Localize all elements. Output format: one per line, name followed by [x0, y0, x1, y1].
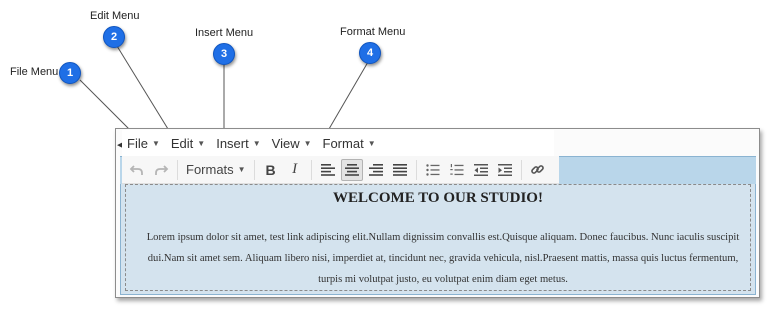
align-justify-icon [392, 163, 407, 176]
caret-down-icon: ▼ [197, 138, 206, 148]
align-center-button[interactable] [340, 158, 363, 181]
menu-insert[interactable]: Insert ▼ [216, 136, 260, 151]
content-block: WELCOME TO OUR STUDIO! Lorem ipsum dolor… [125, 184, 751, 291]
indent-button[interactable] [494, 159, 516, 181]
caret-down-icon: ▼ [303, 138, 312, 148]
menu-format[interactable]: Format ▼ [323, 136, 376, 151]
outdent-button[interactable] [470, 159, 492, 181]
italic-button[interactable]: I [284, 159, 306, 181]
formatting-toolbar: Formats ▼ B I [122, 156, 559, 184]
callout-badge-4: 4 [359, 42, 381, 64]
menu-view-label: View [271, 135, 300, 151]
menu-edit[interactable]: Edit ▼ [171, 136, 205, 151]
editor-content-area[interactable]: WELCOME TO OUR STUDIO! Lorem ipsum dolor… [120, 184, 756, 295]
callout-label-file-menu: File Menu [10, 66, 59, 78]
menu-bar: File ▼ Edit ▼ Insert ▼ View ▼ Format ▼ [122, 130, 554, 156]
callout-label-insert-menu: Insert Menu [195, 27, 254, 39]
menu-view[interactable]: View ▼ [272, 136, 312, 151]
redo-button[interactable] [150, 159, 172, 181]
caret-down-icon: ▼ [237, 165, 246, 174]
insert-link-button[interactable] [527, 159, 549, 181]
bullet-list-icon [425, 163, 440, 176]
indent-icon [497, 163, 512, 176]
callout-badge-2: 2 [103, 26, 125, 48]
align-center-icon [344, 163, 359, 176]
bold-button[interactable]: B [260, 159, 282, 181]
link-icon [531, 165, 544, 174]
menu-file[interactable]: File ▼ [127, 136, 160, 151]
menu-format-label: Format [322, 135, 364, 151]
formats-label: Formats [186, 162, 234, 177]
toolbar-separator [520, 159, 522, 180]
align-left-icon [320, 163, 335, 176]
numbered-list-icon [449, 163, 464, 175]
numbered-list-button[interactable] [446, 159, 468, 181]
menu-file-label: File [127, 135, 148, 151]
content-paragraph: Lorem ipsum dolor sit amet, test link ad… [146, 232, 740, 285]
content-heading: WELCOME TO OUR STUDIO! [333, 190, 543, 206]
toolbar-separator [253, 159, 255, 180]
undo-button[interactable] [126, 159, 148, 181]
callout-badge-1: 1 [59, 62, 81, 84]
callout-badge-3: 3 [213, 43, 235, 65]
caret-down-icon: ▼ [252, 138, 261, 148]
menu-edit-label: Edit [170, 135, 194, 151]
callout-label-format-menu: Format Menu [340, 26, 406, 38]
toolbar-separator [177, 159, 178, 180]
align-right-icon [368, 163, 383, 176]
align-right-button[interactable] [365, 159, 387, 181]
toolbar-separator [310, 159, 312, 180]
menu-insert-label: Insert [216, 135, 249, 151]
callout-label-edit-menu: Edit Menu [90, 10, 140, 22]
undo-icon [129, 164, 143, 175]
caret-down-icon: ▼ [367, 138, 376, 148]
outdent-icon [473, 163, 488, 176]
redo-icon [155, 164, 169, 175]
toolbar-separator [415, 159, 417, 180]
caret-down-icon: ▼ [151, 138, 160, 148]
align-left-button[interactable] [317, 159, 339, 181]
formats-dropdown[interactable]: Formats ▼ [182, 162, 250, 177]
bullet-list-button[interactable] [422, 159, 444, 181]
align-justify-button[interactable] [389, 159, 411, 181]
